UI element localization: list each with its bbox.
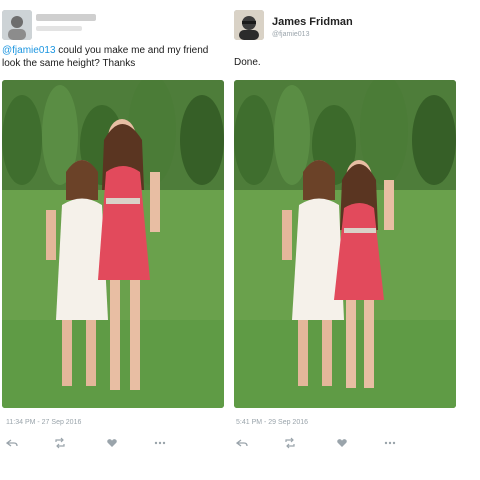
- reply-icon[interactable]: [6, 437, 18, 449]
- right-tweet: James Fridman @fjamie013 Done. 5:41 PM -…: [234, 0, 466, 480]
- reply-icon[interactable]: [236, 437, 248, 449]
- author-handle[interactable]: @fjamie013: [272, 31, 309, 38]
- avatar[interactable]: [2, 10, 32, 40]
- redacted-handle: [36, 26, 82, 31]
- action-bar: [236, 437, 396, 449]
- more-icon[interactable]: [384, 437, 396, 449]
- left-tweet: @fjamie013 could you make me and my frie…: [0, 0, 232, 480]
- redacted-name: [36, 14, 96, 21]
- tweet-text: @fjamie013 could you make me and my frie…: [2, 44, 228, 70]
- author-name[interactable]: James Fridman: [272, 16, 353, 28]
- tweet-text: Done.: [234, 57, 261, 68]
- timestamp: 11:34 PM - 27 Sep 2016: [6, 419, 82, 426]
- tweet-photo[interactable]: [2, 80, 224, 408]
- avatar[interactable]: [234, 10, 264, 40]
- more-icon[interactable]: [154, 437, 166, 449]
- mention-link[interactable]: @fjamie013: [2, 45, 56, 56]
- tweet-photo[interactable]: [234, 80, 456, 408]
- retweet-icon[interactable]: [284, 437, 296, 449]
- action-bar: [6, 437, 166, 449]
- retweet-icon[interactable]: [54, 437, 66, 449]
- like-icon[interactable]: [106, 437, 118, 449]
- like-icon[interactable]: [336, 437, 348, 449]
- timestamp: 5:41 PM - 29 Sep 2016: [236, 419, 308, 426]
